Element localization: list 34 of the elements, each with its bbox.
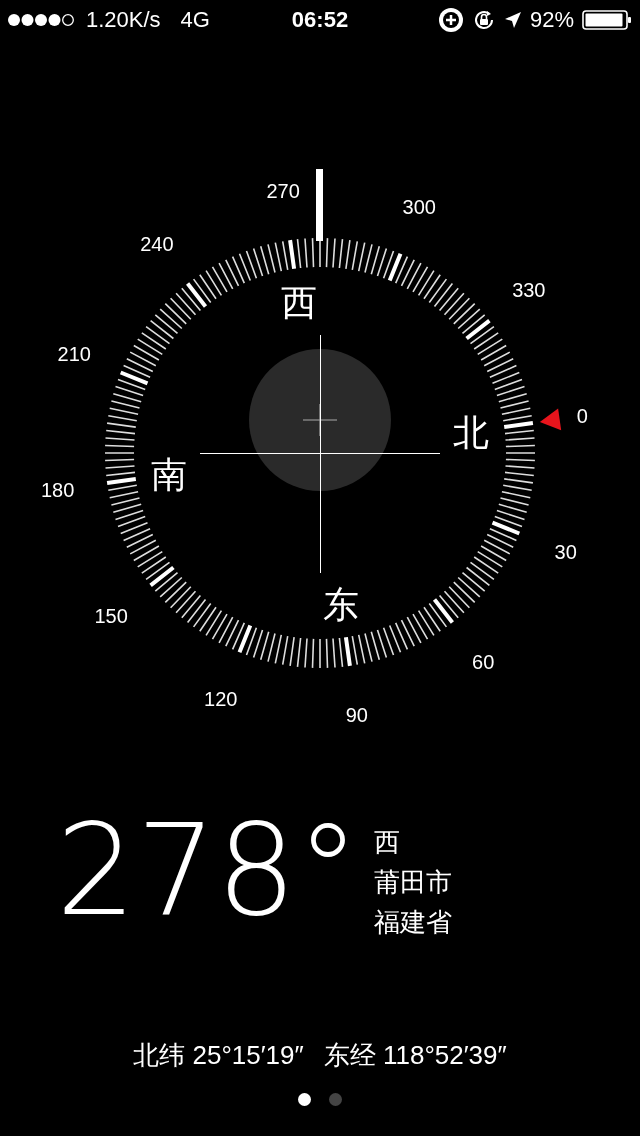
dial-label: 330 <box>512 278 546 301</box>
dial-label: 60 <box>472 650 495 673</box>
dial-label: 90 <box>345 704 368 727</box>
longitude: 东经 118°52′39″ <box>323 1039 507 1072</box>
battery-icon <box>582 10 632 30</box>
dial-label: 300 <box>402 196 436 219</box>
city-label: 莆田市 <box>373 866 452 899</box>
level-crosshair-icon <box>302 403 338 437</box>
plus-circle-icon <box>437 7 464 33</box>
dial-label: 30 <box>554 541 577 564</box>
battery-percent: 92% <box>529 7 574 33</box>
cardinal-label: 南 <box>151 454 188 496</box>
direction-label: 西 <box>373 826 401 859</box>
page-dot[interactable] <box>298 1093 311 1106</box>
north-marker-icon <box>539 408 562 431</box>
heading-indicator <box>316 169 323 241</box>
cardinal-label: 北 <box>452 411 489 453</box>
location-arrow-icon <box>503 11 522 29</box>
cardinal-label: 西 <box>280 282 317 324</box>
dial-label: 270 <box>266 179 300 202</box>
network-type: 4G <box>180 7 210 33</box>
dial-label: 210 <box>57 342 91 365</box>
province-label: 福建省 <box>373 906 452 939</box>
heading-value: 278° <box>56 808 360 934</box>
dial-label: 180 <box>40 478 75 501</box>
network-speed: 1.20K/s <box>86 7 161 33</box>
dial-label: 150 <box>94 605 128 628</box>
cardinal-label: 东 <box>323 583 360 625</box>
clock: 06:52 <box>291 7 349 33</box>
dial-label: 240 <box>140 233 174 256</box>
dial-label: 120 <box>204 687 238 710</box>
latitude: 北纬 25°15′19″ <box>133 1039 304 1072</box>
page-dot[interactable] <box>329 1093 342 1106</box>
dial-label: 0 <box>576 405 588 428</box>
